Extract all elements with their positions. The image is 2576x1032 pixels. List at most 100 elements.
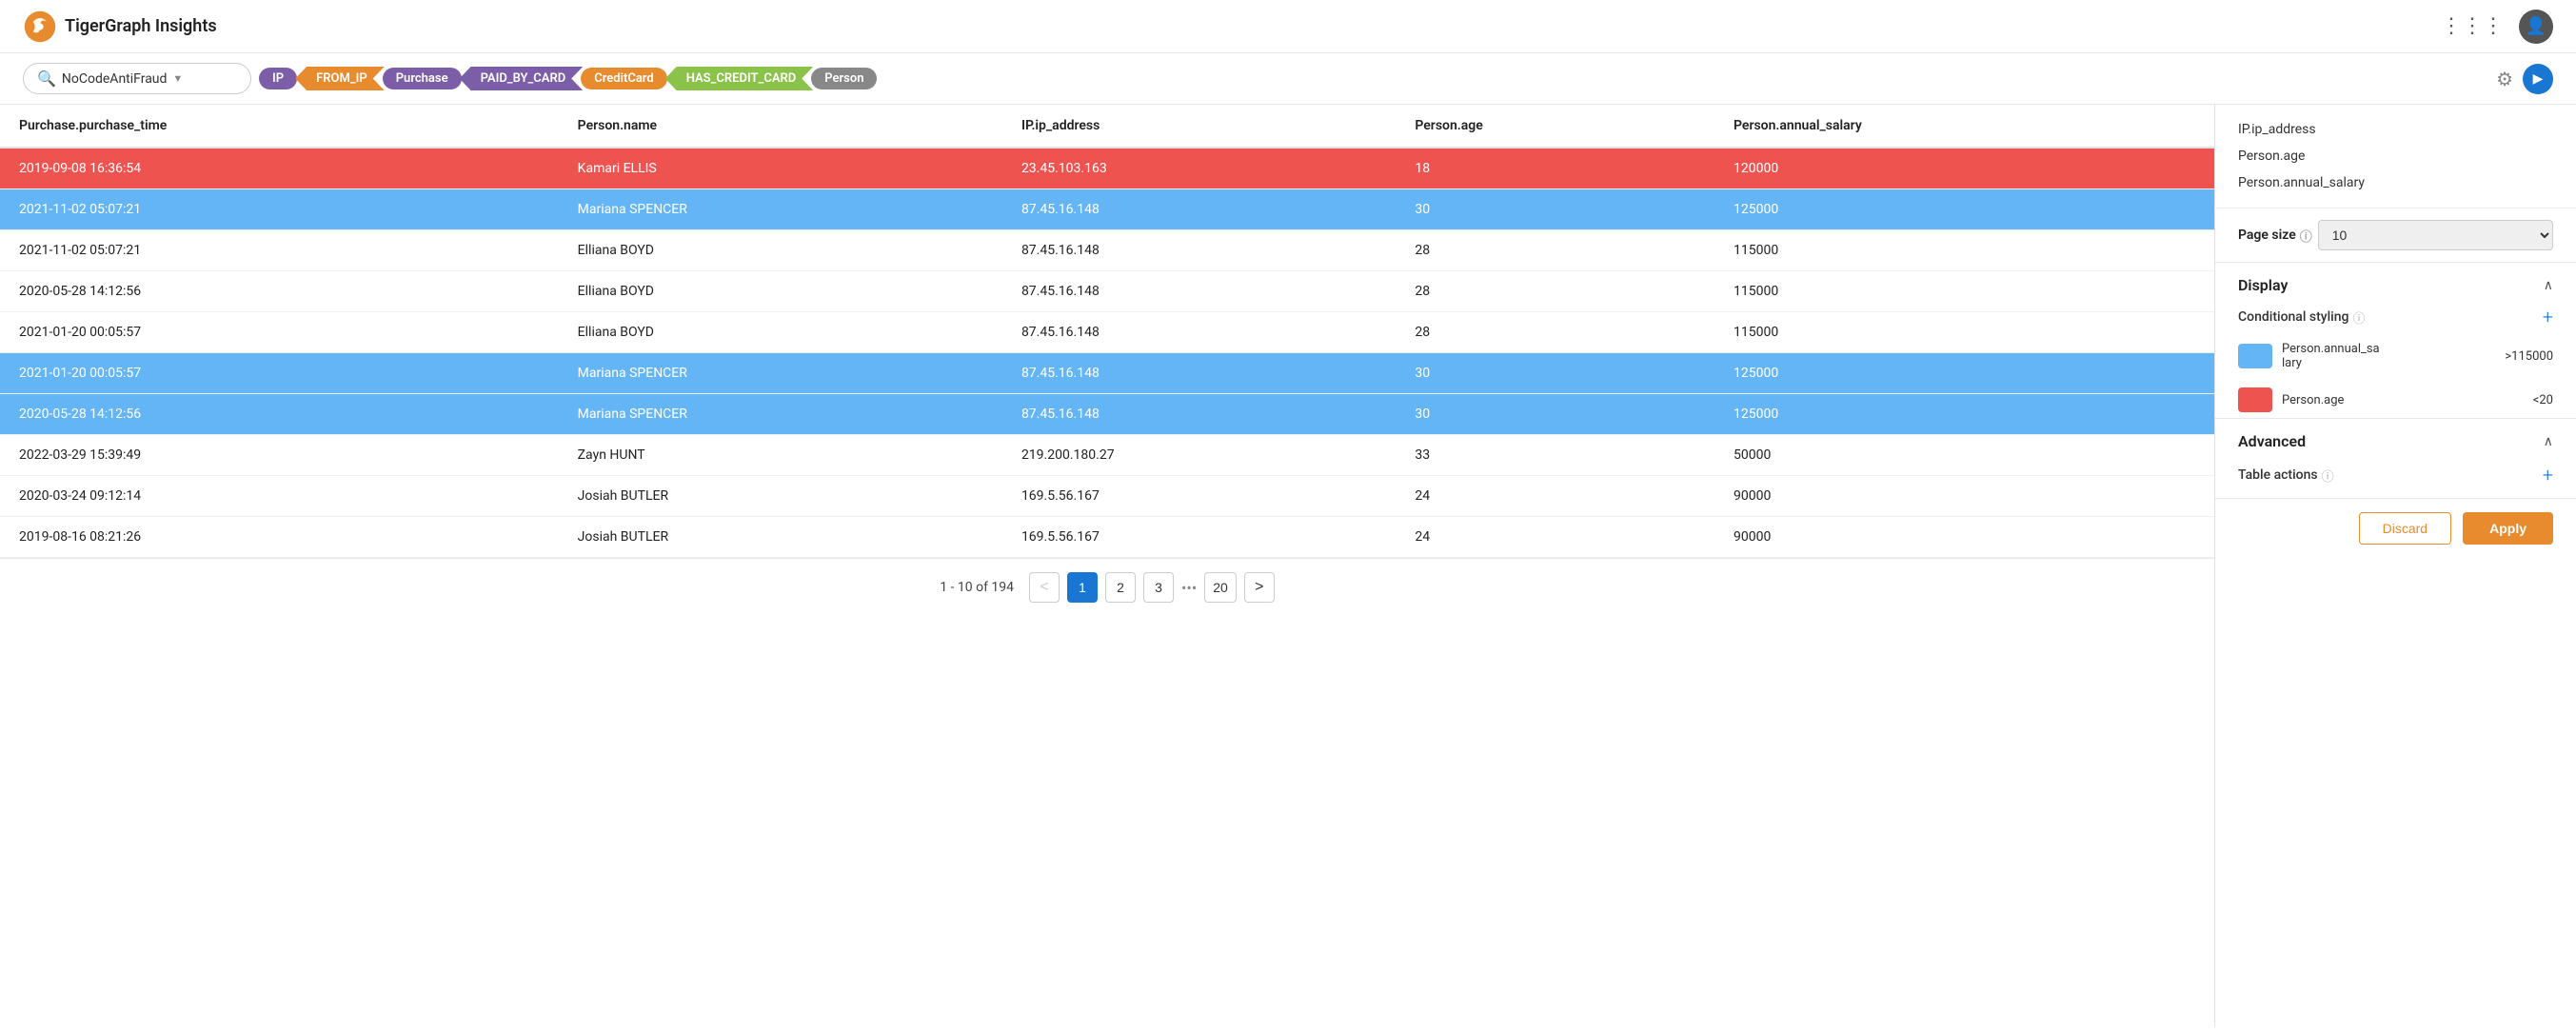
cell-annual-salary: 115000 [1714,230,2214,271]
cell-person-name: Josiah BUTLER [559,517,1002,558]
cell-person-age: 24 [1396,476,1714,517]
prev-page-button[interactable]: < [1029,572,1060,603]
results-table: Purchase.purchase_time Person.name IP.ip… [0,105,2214,558]
cell-ip-address: 87.45.16.148 [1002,230,1396,271]
cell-annual-salary: 115000 [1714,312,2214,353]
cell-purchase-time: 2020-03-24 09:12:14 [0,476,559,517]
topbar-right: ⋮⋮⋮ 👤 [2441,10,2553,44]
page-size-help-icon: ⓘ [2300,227,2312,245]
add-table-action-button[interactable]: + [2543,464,2553,486]
page-1-button[interactable]: 1 [1067,572,1098,603]
condition-color-1 [2238,344,2272,368]
cell-person-name: Mariana SPENCER [559,353,1002,394]
cell-ip-address: 87.45.16.148 [1002,312,1396,353]
edge-from-ip[interactable]: FROM_IP [295,67,385,90]
topbar: TigerGraph Insights ⋮⋮⋮ 👤 [0,0,2576,53]
table-row[interactable]: 2021-01-20 00:05:57 Mariana SPENCER 87.4… [0,353,2214,394]
table-row[interactable]: 2021-01-20 00:05:57 Elliana BOYD 87.45.1… [0,312,2214,353]
table-body: 2019-09-08 16:36:54 Kamari ELLIS 23.45.1… [0,148,2214,558]
cell-person-name: Elliana BOYD [559,230,1002,271]
advanced-title: Advanced [2238,432,2306,450]
cell-ip-address: 169.5.56.167 [1002,517,1396,558]
run-button[interactable]: ▶ [2523,64,2553,94]
page-20-button[interactable]: 20 [1204,572,1237,603]
table-row[interactable]: 2021-11-02 05:07:21 Mariana SPENCER 87.4… [0,189,2214,230]
graph-label: NoCodeAntiFraud [62,71,168,87]
condition-value-1: >115000 [2505,349,2553,364]
edge-has-credit-card[interactable]: HAS_CREDIT_CARD [665,67,814,90]
field-ip-address: IP.ip_address [2238,116,2553,143]
topbar-left: TigerGraph Insights [23,10,217,44]
top-fields: IP.ip_address Person.age Person.annual_s… [2215,105,2576,208]
cell-person-age: 28 [1396,312,1714,353]
cell-ip-address: 87.45.16.148 [1002,353,1396,394]
table-row[interactable]: 2019-09-08 16:36:54 Kamari ELLIS 23.45.1… [0,148,2214,189]
node-person[interactable]: Person [811,68,877,89]
grid-icon[interactable]: ⋮⋮⋮ [2441,14,2504,38]
avatar[interactable]: 👤 [2519,10,2553,44]
searchbar-actions: ⚙ ▶ [2496,64,2553,94]
display-collapse-icon[interactable]: ∧ [2544,278,2553,293]
searchbar: 🔍 NoCodeAntiFraud ▼ IP FROM_IP Purchase … [0,53,2576,105]
cell-ip-address: 87.45.16.148 [1002,394,1396,435]
cell-person-age: 33 [1396,435,1714,476]
apply-button[interactable]: Apply [2463,512,2553,545]
logo-icon [23,10,57,44]
condition-field-2: Person.age [2282,393,2524,407]
condition-color-2 [2238,387,2272,412]
cell-person-name: Elliana BOYD [559,312,1002,353]
settings-icon[interactable]: ⚙ [2496,68,2513,90]
cell-person-name: Kamari ELLIS [559,148,1002,189]
cell-annual-salary: 125000 [1714,394,2214,435]
search-icon: 🔍 [37,69,56,88]
cell-purchase-time: 2021-01-20 00:05:57 [0,312,559,353]
cell-person-name: Josiah BUTLER [559,476,1002,517]
cell-annual-salary: 115000 [1714,271,2214,312]
cell-purchase-time: 2019-09-08 16:36:54 [0,148,559,189]
table-row[interactable]: 2022-03-29 15:39:49 Zayn HUNT 219.200.18… [0,435,2214,476]
advanced-collapse-icon[interactable]: ∧ [2544,434,2553,449]
page-2-button[interactable]: 2 [1105,572,1136,603]
cell-person-name: Elliana BOYD [559,271,1002,312]
next-page-button[interactable]: > [1244,572,1275,603]
page-size-select[interactable]: 5 10 20 50 100 [2318,220,2553,250]
page-dots: ••• [1181,579,1197,597]
search-input-wrap[interactable]: 🔍 NoCodeAntiFraud ▼ [23,63,251,94]
table-actions-label: Table actions ⓘ [2238,466,2334,485]
cell-purchase-time: 2022-03-29 15:39:49 [0,435,559,476]
cell-person-age: 28 [1396,230,1714,271]
search-dropdown-arrow[interactable]: ▼ [172,72,183,85]
node-ip[interactable]: IP [259,68,297,89]
discard-button[interactable]: Discard [2359,512,2451,545]
node-creditcard[interactable]: CreditCard [581,68,666,89]
condition-row-2: Person.age <20 [2215,382,2576,418]
play-icon: ▶ [2533,71,2544,87]
page-range: 1 - 10 of 194 [940,580,1014,595]
table-row[interactable]: 2021-11-02 05:07:21 Elliana BOYD 87.45.1… [0,230,2214,271]
condition-value-2: <20 [2533,393,2553,407]
page-size-label: Page size ⓘ [2238,227,2312,245]
table-row[interactable]: 2020-05-28 14:12:56 Elliana BOYD 87.45.1… [0,271,2214,312]
table-header: Purchase.purchase_time Person.name IP.ip… [0,105,2214,148]
cell-ip-address: 23.45.103.163 [1002,148,1396,189]
condition-field-1: Person.annual_salary [2282,342,2495,370]
cell-person-age: 28 [1396,271,1714,312]
field-annual-salary: Person.annual_salary [2238,169,2553,196]
node-purchase[interactable]: Purchase [383,68,462,89]
cell-annual-salary: 125000 [1714,189,2214,230]
table-actions-help-icon: ⓘ [2322,466,2334,485]
table-row[interactable]: 2020-05-28 14:12:56 Mariana SPENCER 87.4… [0,394,2214,435]
table-row[interactable]: 2019-08-16 08:21:26 Josiah BUTLER 169.5.… [0,517,2214,558]
add-condition-button[interactable]: + [2543,306,2553,328]
pagination: 1 - 10 of 194 < 1 2 3 ••• 20 > [0,558,2214,616]
table-area: Purchase.purchase_time Person.name IP.ip… [0,105,2214,1026]
col-person-name: Person.name [559,105,1002,148]
cell-person-age: 30 [1396,189,1714,230]
page-3-button[interactable]: 3 [1143,572,1174,603]
cell-annual-salary: 120000 [1714,148,2214,189]
cell-person-age: 30 [1396,394,1714,435]
cell-ip-address: 219.200.180.27 [1002,435,1396,476]
edge-paid-by-card[interactable]: PAID_BY_CARD [460,67,584,90]
table-row[interactable]: 2020-03-24 09:12:14 Josiah BUTLER 169.5.… [0,476,2214,517]
advanced-section-header: Advanced ∧ [2215,418,2576,458]
